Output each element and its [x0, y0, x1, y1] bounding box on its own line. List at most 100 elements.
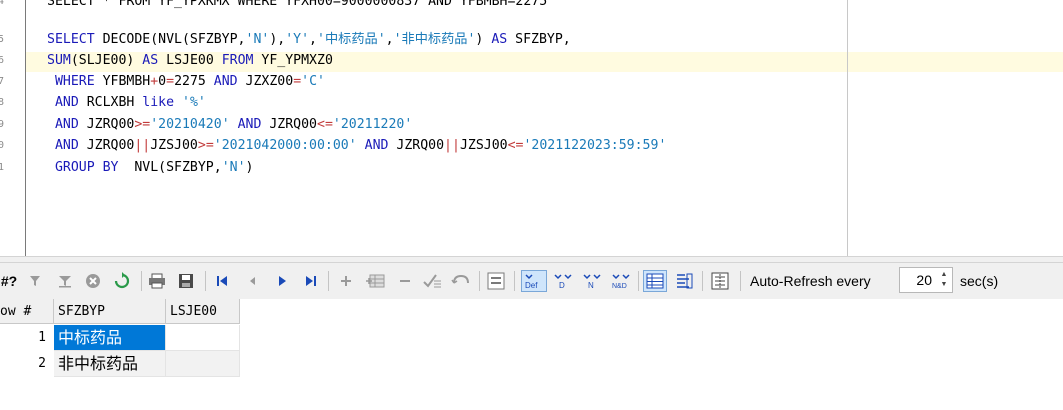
code-token: '中标药品': [317, 32, 386, 47]
code-token: YFBMBH: [94, 74, 151, 89]
code-token: '非中标药品': [393, 32, 476, 47]
filter-icon[interactable]: [28, 271, 42, 291]
separator: [638, 271, 639, 291]
next-record-icon[interactable]: [273, 271, 291, 291]
single-record-view-icon[interactable]: [485, 271, 507, 291]
line-number: 7: [0, 76, 5, 87]
line-number-gutter: 4 5 6 7 8 9 0 1: [0, 0, 26, 256]
spin-up-icon[interactable]: ▲: [938, 270, 950, 280]
refresh-icon[interactable]: [112, 271, 132, 291]
code-token: '20211220': [332, 117, 413, 132]
code-token: =: [293, 74, 302, 89]
separator: [514, 271, 515, 291]
column-header-lsje00[interactable]: LSJE00: [166, 299, 240, 324]
code-token: JZXZ00: [237, 74, 294, 89]
print-icon[interactable]: [147, 271, 167, 291]
code-line[interactable]: AND RCLXBH like '%': [47, 95, 206, 111]
save-icon[interactable]: [176, 271, 196, 291]
column-header-sfzbyp[interactable]: SFZBYP: [54, 299, 166, 324]
code-token: LSJE00: [158, 53, 222, 68]
code-token: ||: [134, 138, 151, 153]
code-token: '2021042000:00:00': [213, 138, 357, 153]
spin-down-icon[interactable]: ▼: [938, 280, 950, 290]
grid-view-icon[interactable]: [643, 270, 667, 292]
code-line[interactable]: SUM(SLJE00) AS LSJE00 FROM YF_YPMXZ0: [47, 53, 333, 69]
table-cell[interactable]: [166, 351, 240, 377]
row-number: 1: [0, 325, 54, 351]
first-record-icon[interactable]: [213, 271, 231, 291]
duplicate-record-icon[interactable]: [364, 271, 388, 291]
right-margin-line: [847, 0, 848, 256]
separator: [740, 271, 741, 291]
record-view-icon[interactable]: [708, 271, 732, 291]
code-token: JZRQ00: [78, 117, 135, 132]
code-token: 'Y': [285, 32, 310, 47]
code-token: AND: [237, 117, 262, 132]
svg-text:Def: Def: [525, 281, 538, 290]
pane-splitter[interactable]: [0, 256, 1063, 263]
code-token: ): [245, 160, 254, 175]
null-data-view-icon[interactable]: N&D: [609, 271, 633, 291]
line-number: 1: [0, 162, 5, 173]
separator: [205, 271, 206, 291]
code-token: SFZBYP,: [507, 32, 571, 47]
null-view-icon[interactable]: N: [580, 271, 604, 291]
post-edit-icon[interactable]: [420, 271, 444, 291]
insert-record-icon[interactable]: [336, 271, 356, 291]
code-token: AND: [47, 95, 79, 110]
table-cell[interactable]: 中标药品: [54, 325, 166, 351]
separator: [141, 271, 142, 291]
table-cell[interactable]: [166, 325, 240, 351]
code-token: GROUP BY: [47, 160, 119, 175]
code-line[interactable]: SELECT * FROM YF_YPXKMX WHERE YFXH00=900…: [47, 0, 547, 10]
last-record-icon[interactable]: [302, 271, 320, 291]
interval-unit-label: sec(s): [960, 273, 999, 289]
code-token: ),: [269, 32, 286, 47]
sql-editor[interactable]: 4 5 6 7 8 9 0 1 SELECT * FROM YF_YPXKMX …: [0, 0, 1063, 256]
code-token: '2021122023:59:59': [523, 138, 667, 153]
code-line[interactable]: AND JZRQ00||JZSJ00>='2021042000:00:00' A…: [47, 138, 666, 154]
code-token: AND: [47, 117, 79, 132]
default-view-icon[interactable]: Def: [521, 270, 547, 292]
code-token: 'N': [221, 160, 246, 175]
form-view-icon[interactable]: [673, 271, 695, 291]
previous-record-icon[interactable]: [243, 271, 261, 291]
refresh-interval-spinner[interactable]: 20 ▲ ▼: [899, 267, 953, 293]
separator: [328, 271, 329, 291]
code-token: <=: [507, 138, 524, 153]
code-token: JZRQ00: [78, 138, 135, 153]
code-token: WHERE: [47, 74, 95, 89]
cancel-icon[interactable]: [84, 271, 102, 291]
code-token: RCLXBH: [78, 95, 143, 110]
cancel-edit-icon[interactable]: [449, 271, 473, 291]
code-token: >=: [134, 117, 151, 132]
code-token: 'C': [301, 74, 325, 89]
data-view-icon[interactable]: D: [551, 271, 575, 291]
code-token: like: [142, 95, 175, 110]
code-token: AS: [491, 32, 508, 47]
code-token: YF_YPMXZ0: [253, 53, 333, 68]
code-token: FROM: [221, 53, 254, 68]
clear-filter-icon[interactable]: [57, 271, 73, 291]
table-cell[interactable]: 非中标药品: [54, 351, 166, 377]
svg-text:N&D: N&D: [612, 283, 627, 290]
code-token: SUM: [47, 53, 71, 68]
code-token: SELECT: [47, 32, 103, 47]
line-number: 6: [0, 55, 5, 66]
code-token: JZRQ00: [261, 117, 317, 132]
code-token: <=: [317, 117, 333, 132]
code-token: AND: [364, 138, 389, 153]
refresh-interval-value[interactable]: 20: [916, 272, 932, 288]
delete-record-icon[interactable]: [396, 271, 414, 291]
code-token: JZSJ00: [150, 138, 198, 153]
code-token: =: [166, 74, 175, 89]
code-line[interactable]: GROUP BY NVL(SFZBYP,'N'): [47, 160, 254, 176]
code-line[interactable]: AND JZRQ00>='20210420' AND JZRQ00<='2021…: [47, 117, 412, 133]
code-token: DECODE(NVL(SFZBYP,: [102, 32, 246, 47]
svg-text:N: N: [588, 281, 594, 290]
code-line[interactable]: SELECT DECODE(NVL(SFZBYP,'N'),'Y','中标药品'…: [47, 32, 571, 48]
code-token: ): [475, 32, 492, 47]
code-token: ,: [309, 32, 317, 47]
query-count-icon[interactable]: #?: [0, 271, 18, 291]
code-line[interactable]: WHERE YFBMBH+0=2275 AND JZXZ00='C': [47, 74, 325, 90]
